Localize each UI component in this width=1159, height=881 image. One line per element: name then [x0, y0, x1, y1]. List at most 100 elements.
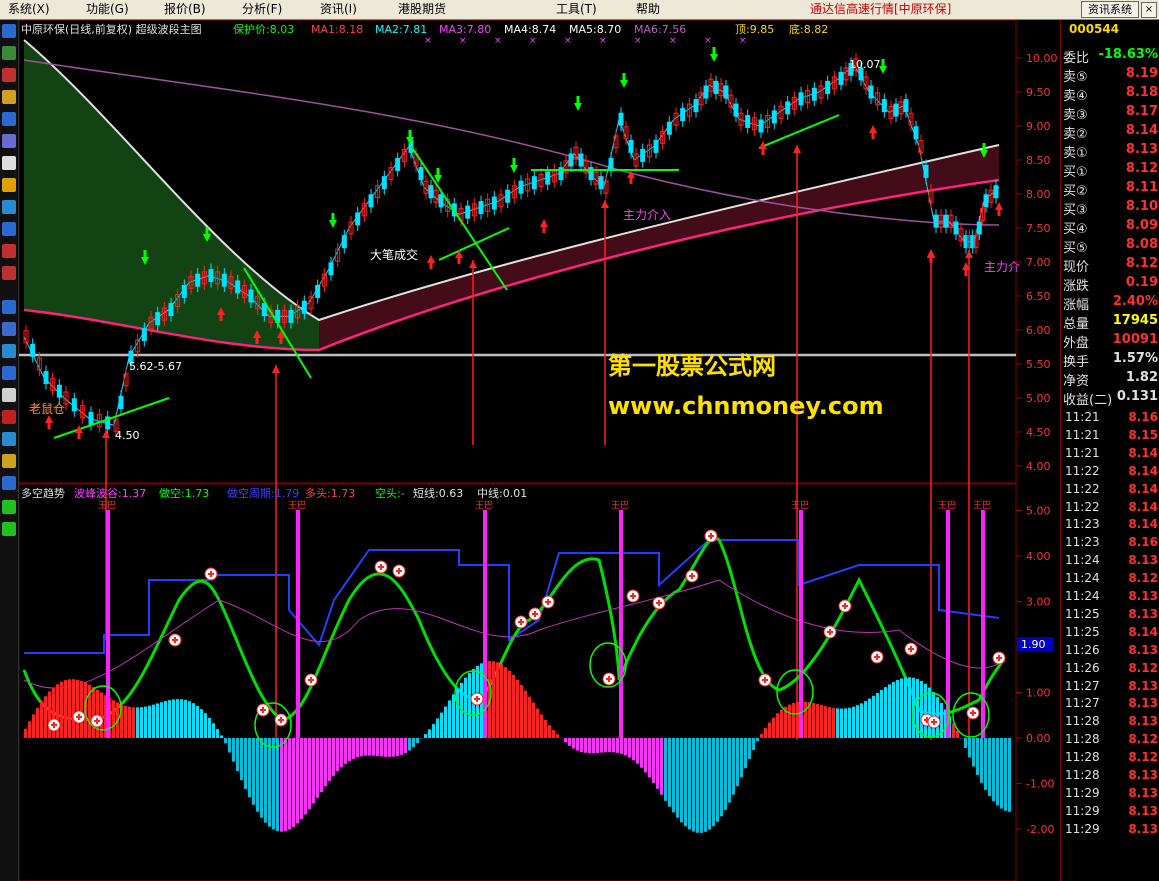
- histogram-bar: [316, 738, 319, 798]
- candle-body: [893, 103, 899, 117]
- histogram-bar: [528, 696, 531, 738]
- market-title: 通达信高速行情[中原环保]: [810, 2, 952, 16]
- wave-icon[interactable]: [2, 300, 16, 314]
- tick-price: 8.12: [1128, 571, 1158, 586]
- histogram-bar: [628, 738, 631, 758]
- histogram-bar: [380, 738, 383, 757]
- menu-quote[interactable]: 报价(B): [164, 1, 206, 17]
- candle-body: [733, 103, 739, 117]
- tick-price: 8.15: [1128, 427, 1158, 442]
- tick-row: 11:21 8.15: [1061, 428, 1159, 445]
- exchange-icon[interactable]: [2, 432, 16, 446]
- menu-tools[interactable]: 工具(T): [556, 1, 597, 17]
- info-system-button[interactable]: 资讯系统: [1081, 1, 1139, 18]
- histogram-bar: [64, 680, 67, 738]
- settings-icon[interactable]: [2, 388, 16, 402]
- histogram-bar: [612, 738, 615, 753]
- histogram-bar: [224, 738, 227, 744]
- wave-label: 波峰波谷:1.37: [74, 487, 147, 500]
- histogram-bar: [136, 707, 139, 738]
- chart-icon[interactable]: [2, 366, 16, 380]
- report-icon[interactable]: [2, 134, 16, 148]
- candle-body: [976, 221, 982, 235]
- watermark-title: 第一股票公式网: [608, 352, 776, 380]
- histogram-bar: [544, 719, 547, 738]
- histogram-bar: [248, 738, 251, 798]
- users-icon[interactable]: [2, 200, 16, 214]
- histogram-bar: [536, 708, 539, 738]
- tick-price: 8.13: [1128, 803, 1158, 818]
- histogram-bar: [416, 738, 419, 744]
- histogram-bar: [888, 684, 891, 738]
- tick-price: 8.13: [1128, 678, 1158, 693]
- candle-body: [88, 411, 94, 425]
- histogram-bar: [756, 738, 759, 742]
- arrow-up-icon[interactable]: [2, 500, 16, 514]
- histogram-bar: [676, 738, 679, 818]
- candle-body: [395, 158, 401, 172]
- ma4-label: MA4:8.74: [504, 23, 557, 36]
- candle-icon[interactable]: [2, 90, 16, 104]
- monitor-icon[interactable]: [2, 344, 16, 358]
- menu-analysis[interactable]: 分析(F): [242, 1, 282, 17]
- zoom-icon[interactable]: [2, 476, 16, 490]
- menu-function[interactable]: 功能(G): [86, 1, 129, 17]
- candle-body: [693, 99, 699, 113]
- etf-icon[interactable]: [2, 266, 16, 280]
- histogram-bar: [604, 738, 607, 753]
- histogram-bar: [880, 689, 883, 738]
- menu-system[interactable]: 系统(X): [8, 1, 50, 17]
- candle-body: [943, 214, 949, 228]
- chart-area[interactable]: 10.00 9.50 9.00 8.50 8.00 7.50 7.00 6.50 6.00 5.5…: [19, 20, 1059, 881]
- arrow-down-icon[interactable]: [2, 522, 16, 536]
- quote-row-label: 现价: [1063, 260, 1090, 275]
- pencil-icon[interactable]: [2, 454, 16, 468]
- quote-row: 卖③ 8.17: [1061, 103, 1159, 123]
- histogram-bar: [184, 699, 187, 738]
- quote-row-value: 10091: [1112, 332, 1158, 347]
- candle-body: [640, 148, 646, 162]
- histogram-bar: [320, 738, 323, 792]
- histogram-bar: [368, 738, 371, 756]
- quote-row-label: 买①: [1063, 165, 1088, 180]
- signal-column: [483, 510, 487, 738]
- quote-row-label: 卖②: [1063, 127, 1088, 142]
- kline-icon[interactable]: [2, 68, 16, 82]
- histogram-bar: [372, 738, 375, 756]
- cross-marker: ×: [739, 36, 747, 46]
- histogram-bar: [260, 738, 263, 818]
- histogram-bar: [228, 738, 231, 753]
- tick-time: 11:29: [1065, 785, 1100, 800]
- histogram-bar: [804, 701, 807, 738]
- menu-info[interactable]: 资讯(I): [320, 1, 357, 17]
- tick-price: 8.13: [1128, 642, 1158, 657]
- quote-icon[interactable]: [2, 24, 16, 38]
- menu-hk-futures[interactable]: 港股期货: [398, 1, 446, 17]
- signal-label: 王巴: [98, 500, 116, 511]
- histogram-bar: [128, 706, 131, 738]
- money-icon[interactable]: [2, 410, 16, 424]
- quote-row: 涨幅 2.40%: [1061, 293, 1159, 313]
- quote-row-label: 委比: [1063, 51, 1090, 66]
- candle-body: [653, 139, 659, 153]
- candle-body: [491, 196, 497, 210]
- tick-time: 11:21: [1065, 427, 1100, 442]
- candle-body: [328, 262, 334, 276]
- grid-icon[interactable]: [2, 46, 16, 60]
- menu-help[interactable]: 帮助: [636, 1, 660, 17]
- font-icon[interactable]: [2, 244, 16, 258]
- candle-body: [913, 126, 919, 140]
- kline-chart-svg[interactable]: 10.00 9.50 9.00 8.50 8.00 7.50 7.00 6.50 6.00 5.5…: [19, 20, 1059, 881]
- document-icon[interactable]: [2, 156, 16, 170]
- histogram-bar: [740, 738, 743, 778]
- rsi-icon[interactable]: [2, 322, 16, 336]
- signal-column: [296, 510, 300, 738]
- histogram-bar: [900, 678, 903, 738]
- f10-icon[interactable]: [2, 222, 16, 236]
- close-button[interactable]: ×: [1141, 2, 1157, 18]
- folder-icon[interactable]: [2, 178, 16, 192]
- table-icon[interactable]: [2, 112, 16, 126]
- candle-body: [478, 201, 484, 215]
- histogram-bar: [1004, 738, 1007, 811]
- histogram-bar: [828, 707, 831, 738]
